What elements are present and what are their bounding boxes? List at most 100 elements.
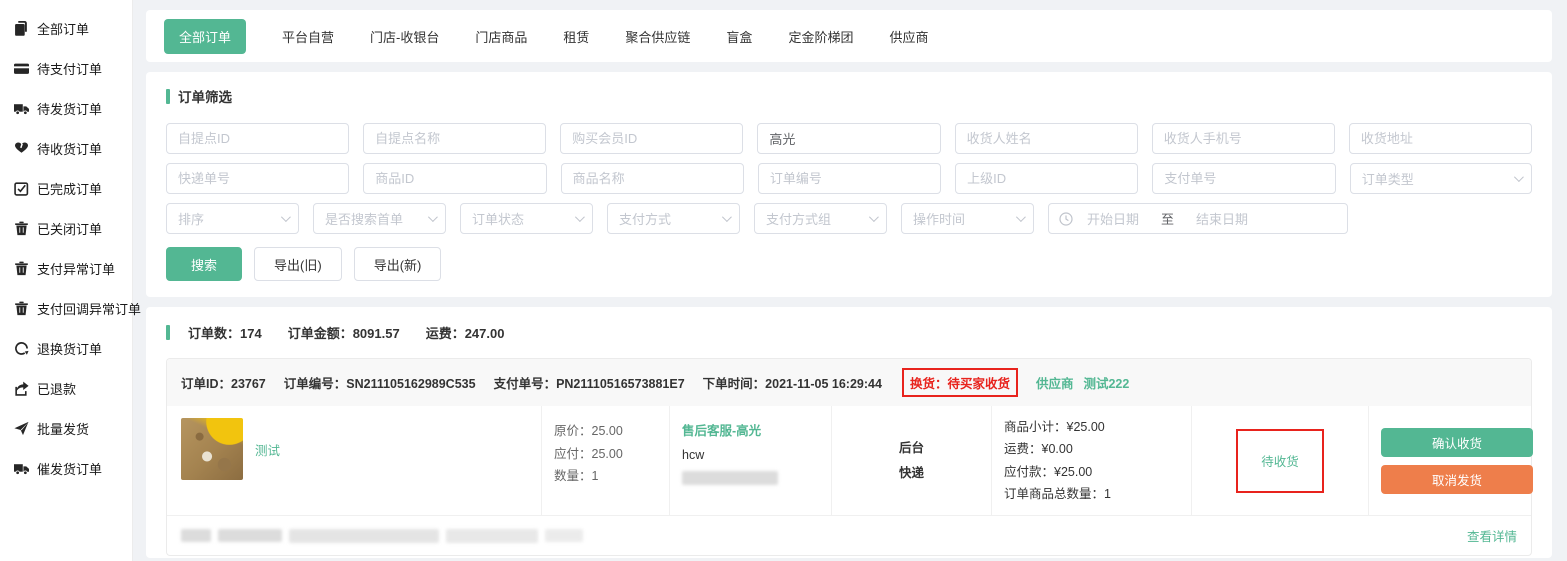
product-cell: 测试 [167,406,541,515]
sidebar-item-label: 待发货订单 [37,99,102,118]
copy-icon [14,21,29,36]
buyer-member-id-input[interactable] [560,123,743,154]
quantity: 数量：1 [554,465,657,488]
shipping-fee: 运费：¥0.00 [1004,438,1179,460]
chevron-down-icon [428,212,438,222]
start-date-placeholder[interactable]: 开始日期 [1087,209,1139,228]
sidebar-item-label: 已关闭订单 [37,219,102,238]
sidebar-item-pending-payment[interactable]: 待支付订单 [14,48,132,88]
delivery-cell: 后台 快递 [831,406,991,515]
orders-summary: 订单数：174 订单金额：8091.57 运费：247.00 [166,323,1532,342]
sidebar-item-label: 退换货订单 [37,339,102,358]
order-type-select-label: 订单类型 [1362,169,1414,188]
tab-supply-chain[interactable]: 聚合供应链 [625,27,690,46]
sidebar-item-pending-receipt[interactable]: 待收货订单 [14,128,132,168]
sidebar-item-label: 支付回调异常订单 [37,299,141,318]
after-sales-service-link[interactable]: 售后客服-高光 [682,420,819,444]
filter-row-3: 排序 是否搜索首单 订单状态 支付方式 支付方式组 操作时间 [166,203,1532,234]
receiver-address-input[interactable] [1349,123,1532,154]
tab-deposit-group[interactable]: 定金阶梯团 [788,27,853,46]
first-order-select[interactable]: 是否搜索首单 [313,203,446,234]
share-icon [14,381,29,396]
chevron-down-icon [869,212,879,222]
export-new-button[interactable]: 导出(新) [354,247,442,281]
send-icon [14,421,29,436]
receiver-phone-input[interactable] [1152,123,1335,154]
tab-platform-self[interactable]: 平台自营 [282,27,334,46]
delivery-method: 快递 [899,461,924,486]
tab-all-orders[interactable]: 全部订单 [164,19,246,54]
exchange-status-badge: 换货：待买家收货 [902,368,1018,397]
confirm-receipt-button[interactable]: 确认收货 [1381,428,1533,457]
sidebar-item-completed[interactable]: 已完成订单 [14,168,132,208]
tab-store-goods[interactable]: 门店商品 [475,27,527,46]
payable-price: 应付：25.00 [554,443,657,466]
sidebar-item-callback-exception[interactable]: 支付回调异常订单 [14,288,132,328]
tab-lease[interactable]: 租赁 [563,27,589,46]
chevron-down-icon [575,212,585,222]
filter-row-1 [166,123,1532,154]
sidebar-item-label: 全部订单 [37,19,89,38]
tab-store-cashier[interactable]: 门店-收银台 [370,27,439,46]
supplier-name[interactable]: 测试222 [1083,373,1129,392]
sort-select[interactable]: 排序 [166,203,299,234]
supplier-info: 供应商 测试222 [1036,373,1129,392]
pickup-point-name-input[interactable] [363,123,546,154]
search-button[interactable]: 搜索 [166,247,242,281]
order-number-input[interactable] [758,163,941,194]
tab-supplier[interactable]: 供应商 [889,27,928,46]
date-range-picker[interactable]: 开始日期 至 结束日期 [1048,203,1348,234]
chevron-down-icon [1514,172,1524,182]
parent-id-input[interactable] [955,163,1138,194]
receiver-name-input[interactable] [955,123,1138,154]
filter-row-2: 订单类型 [166,163,1532,194]
redacted-block [545,529,583,542]
order-status-select[interactable]: 订单状态 [460,203,593,234]
payment-number-input[interactable] [1152,163,1335,194]
redacted-block [218,529,282,542]
member-nickname-input[interactable] [757,123,940,154]
sidebar-item-payment-exception[interactable]: 支付异常订单 [14,248,132,288]
sidebar-item-label: 待收货订单 [37,139,102,158]
order-amount: 订单金额：8091.57 [288,323,400,342]
amount-payable: 应付款：¥25.00 [1004,461,1179,483]
sidebar-item-refunded[interactable]: 已退款 [14,368,132,408]
customer-name: hcw [682,444,819,468]
filter-actions: 搜索 导出(旧) 导出(新) [166,247,1532,281]
status-cell: 待收货 [1191,406,1368,515]
subtotal: 商品小计：¥25.00 [1004,416,1179,438]
export-old-button[interactable]: 导出(旧) [254,247,342,281]
sidebar-item-closed[interactable]: 已关闭订单 [14,208,132,248]
operate-time-select[interactable]: 操作时间 [901,203,1034,234]
tracking-number-input[interactable] [166,163,349,194]
order-card-footer: 查看详情 [167,515,1531,555]
pickup-point-id-input[interactable] [166,123,349,154]
order-type-select[interactable]: 订单类型 [1350,163,1532,194]
sidebar-item-all-orders[interactable]: 全部订单 [14,8,132,48]
sidebar-item-returns[interactable]: 退换货订单 [14,328,132,368]
end-date-placeholder[interactable]: 结束日期 [1196,209,1248,228]
trash-icon [14,301,29,316]
chevron-down-icon [281,212,291,222]
sidebar-item-batch-ship[interactable]: 批量发货 [14,408,132,448]
product-name-link[interactable]: 测试 [255,440,280,459]
product-name-input[interactable] [561,163,744,194]
redacted-address [181,529,583,543]
tab-blind-box[interactable]: 盲盒 [726,27,752,46]
date-separator: 至 [1161,209,1174,228]
sidebar-item-label: 待支付订单 [37,59,102,78]
payment-method-group-select[interactable]: 支付方式组 [754,203,887,234]
green-accent-bar [166,89,170,104]
order-id: 订单ID：23767 [181,373,266,392]
sidebar-item-urge-shipment[interactable]: 催发货订单 [14,448,132,488]
payment-method-select[interactable]: 支付方式 [607,203,740,234]
product-image[interactable] [181,418,243,480]
cancel-shipment-button[interactable]: 取消发货 [1381,465,1533,494]
trash-icon [14,261,29,276]
sidebar-item-label: 批量发货 [37,419,89,438]
product-id-input[interactable] [363,163,546,194]
sidebar-item-pending-shipment[interactable]: 待发货订单 [14,88,132,128]
customer-cell: 售后客服-高光 hcw [669,406,831,515]
view-detail-link[interactable]: 查看详情 [1467,526,1517,545]
original-price: 原价：25.00 [554,420,657,443]
